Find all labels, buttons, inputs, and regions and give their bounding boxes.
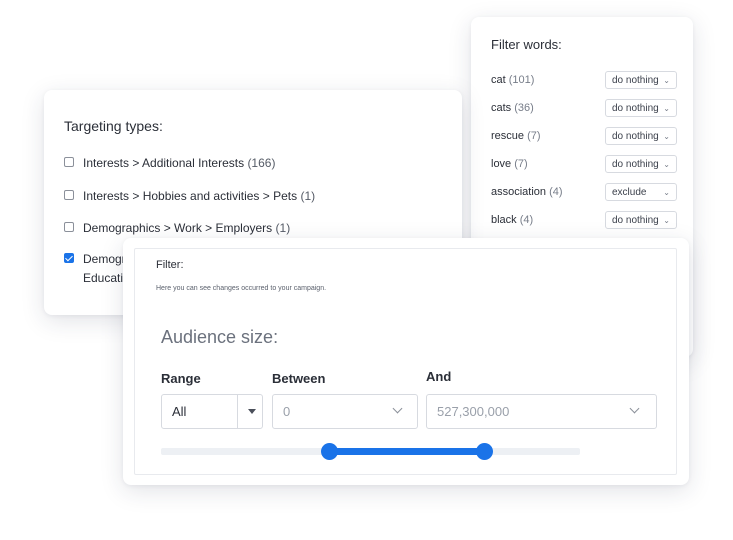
chevron-down-icon: ⌄ [663, 132, 670, 141]
range-label: Range [161, 371, 201, 386]
filter-word-action-select[interactable]: do nothing ⌄ [605, 211, 677, 229]
filter-panel-inner [134, 248, 677, 475]
caret-down-icon [248, 409, 256, 414]
filter-word: love (7) [491, 158, 528, 170]
range-value: All [172, 404, 187, 419]
filter-word-action-select[interactable]: do nothing ⌄ [605, 99, 677, 117]
filter-word-row: cats (36) do nothing ⌄ [491, 99, 681, 119]
filter-word-row: association (4) exclude ⌄ [491, 183, 681, 203]
filter-word-action-select[interactable]: do nothing ⌄ [605, 127, 677, 145]
and-select[interactable]: 527,300,000 [426, 394, 657, 429]
filter-words-title: Filter words: [491, 37, 562, 52]
chevron-down-icon: ⌄ [663, 76, 670, 85]
checkbox[interactable] [64, 190, 74, 200]
filter-word-row: love (7) do nothing ⌄ [491, 155, 681, 175]
checkbox-checked[interactable] [64, 253, 74, 263]
and-label: And [426, 369, 452, 384]
filter-word: black (4) [491, 214, 534, 226]
chevron-down-icon: ⌄ [663, 188, 670, 197]
and-value: 527,300,000 [437, 404, 510, 419]
chevron-down-icon [392, 403, 403, 414]
filter-panel-card: Filter: Here you can see changes occurre… [123, 238, 689, 485]
between-select[interactable]: 0 [272, 394, 418, 429]
between-value: 0 [283, 404, 291, 419]
filter-word-row: black (4) do nothing ⌄ [491, 211, 681, 231]
chevron-down-icon: ⌄ [663, 104, 670, 113]
filter-title: Filter: [156, 259, 184, 271]
filter-word-action-select[interactable]: do nothing ⌄ [605, 71, 677, 89]
audience-range-slider[interactable] [161, 443, 580, 460]
filter-word-row: cat (101) do nothing ⌄ [491, 71, 681, 91]
filter-word: cats (36) [491, 102, 534, 114]
filter-word: cat (101) [491, 74, 535, 86]
filter-word: association (4) [491, 186, 563, 198]
chevron-down-icon: ⌄ [663, 160, 670, 169]
slider-fill [328, 448, 484, 455]
filter-subtitle: Here you can see changes occurred to you… [156, 285, 327, 292]
chevron-down-icon [629, 403, 640, 414]
targeting-types-title: Targeting types: [64, 118, 163, 134]
filter-word-action-select[interactable]: do nothing ⌄ [605, 155, 677, 173]
filter-word-action-select[interactable]: exclude ⌄ [605, 183, 677, 201]
slider-handle-high[interactable] [475, 443, 493, 460]
range-select[interactable]: All [161, 394, 263, 429]
filter-word: rescue (7) [491, 130, 541, 142]
between-label: Between [272, 371, 326, 386]
audience-size-title: Audience size: [161, 327, 279, 347]
checkbox[interactable] [64, 157, 74, 167]
slider-handle-low[interactable] [320, 443, 338, 460]
checkbox[interactable] [64, 222, 74, 232]
chevron-down-icon: ⌄ [663, 216, 670, 225]
filter-word-row: rescue (7) do nothing ⌄ [491, 127, 681, 147]
